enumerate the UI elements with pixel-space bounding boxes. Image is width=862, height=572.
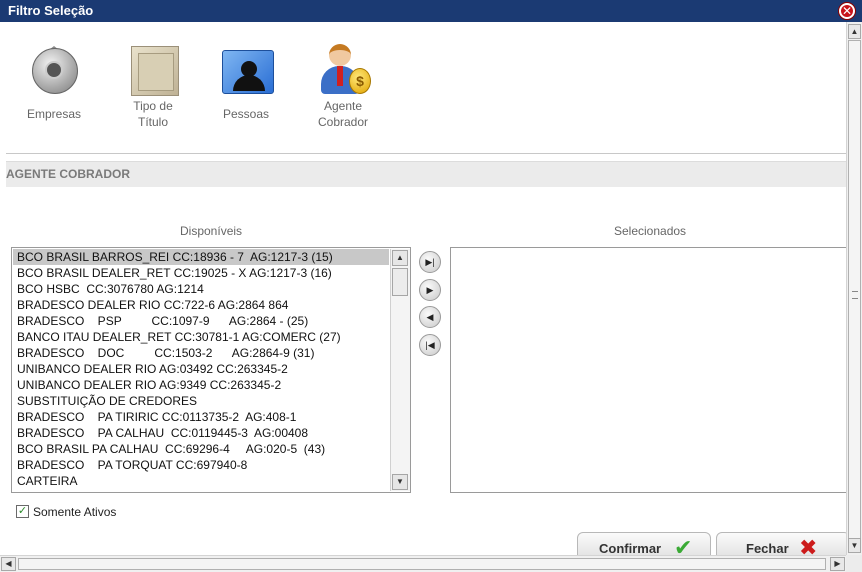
move-all-right-button[interactable]: ▶|	[419, 251, 441, 273]
toolbar-item-agente-cobrador[interactable]: $ Agente Cobrador	[305, 42, 381, 130]
list-item[interactable]: BCO BRASIL BARROS_REI CC:18936 - 7 AG:12…	[13, 249, 389, 265]
list-item[interactable]: BCO BRASIL DEALER_RET CC:19025 - X AG:12…	[13, 265, 389, 281]
agent-money-icon: $	[315, 42, 371, 98]
move-all-left-button[interactable]: |◀	[419, 334, 441, 356]
toolbar-item-label: Tipo de Título	[133, 99, 173, 129]
cross-icon: ✖	[799, 535, 818, 555]
confirm-button-label: Confirmar	[599, 541, 662, 555]
safe-icon	[26, 42, 82, 98]
toolbar-item-label: Pessoas	[222, 107, 270, 121]
close-button[interactable]: Fechar ✖	[716, 532, 846, 555]
scroll-up-icon[interactable]: ▲	[392, 250, 408, 266]
scroll-down-icon[interactable]: ▼	[392, 474, 408, 490]
available-listbox[interactable]: BCO BRASIL BARROS_REI CC:18936 - 7 AG:12…	[11, 247, 411, 493]
window-title: Filtro Seleção	[8, 3, 94, 18]
scroll-right-icon[interactable]: ▶	[830, 557, 845, 571]
list-item[interactable]: BANCO ITAU DEALER_RET CC:30781-1 AG:COME…	[13, 329, 389, 345]
move-right-button[interactable]: ▶	[419, 279, 441, 301]
toolbar-item-label: Empresas	[26, 107, 82, 121]
scroll-up-icon[interactable]: ▲	[848, 24, 861, 39]
list-item[interactable]: BRADESCO PA CALHAU CC:0119445-3 AG:00408	[13, 425, 389, 441]
only-active-checkbox[interactable]: ✓	[16, 505, 29, 518]
scroll-down-icon[interactable]: ▼	[848, 538, 861, 553]
window-titlebar: Filtro Seleção ✕	[0, 0, 862, 22]
scrollbar-corner	[846, 555, 862, 572]
list-item[interactable]: BRADESCO PA TIRIRIC CC:0113735-2 AG:408-…	[13, 409, 389, 425]
list-item[interactable]: BRADESCO DOC CC:1503-2 AG:2864-9 (31)	[13, 345, 389, 361]
list-item[interactable]: BRADESCO PSP CC:1097-9 AG:2864 - (25)	[13, 313, 389, 329]
scroll-thumb[interactable]	[848, 40, 861, 540]
section-header: AGENTE COBRADOR	[6, 161, 846, 187]
toolbar-item-pessoas[interactable]: Pessoas	[208, 42, 284, 122]
confirm-button[interactable]: Confirmar ✔	[577, 532, 711, 555]
dialog-content: Empresas Tipo de Título Pessoas $ Agente…	[0, 22, 846, 555]
move-left-button[interactable]: ◀	[419, 306, 441, 328]
checkmark-icon: ✔	[674, 535, 693, 555]
close-button-label: Fechar	[746, 541, 789, 555]
toolbar-divider	[6, 153, 846, 154]
selected-listbox[interactable]	[450, 247, 846, 493]
scroll-thumb[interactable]	[18, 558, 826, 570]
available-scrollbar[interactable]: ▲ ▼	[390, 249, 410, 491]
list-item[interactable]: UNIBANCO DEALER RIO AG:03492 CC:263345-2	[13, 361, 389, 377]
people-folder-icon	[218, 42, 274, 98]
list-item[interactable]: CARTEIRA	[13, 473, 389, 489]
scroll-thumb[interactable]	[392, 268, 408, 296]
list-item[interactable]: SUBSTITUIÇÃO DE CREDORES	[13, 393, 389, 409]
section-title: AGENTE COBRADOR	[6, 167, 131, 181]
close-glyph: ✕	[841, 4, 853, 18]
toolbar-item-empresas[interactable]: Empresas	[16, 42, 92, 122]
list-item[interactable]: BCO HSBC CC:3076780 AG:1214	[13, 281, 389, 297]
only-active-label: Somente Ativos	[33, 505, 117, 519]
window-vertical-scrollbar[interactable]: ▲ ▼	[846, 22, 862, 555]
available-caption: Disponíveis	[180, 224, 243, 238]
close-icon[interactable]: ✕	[838, 2, 856, 20]
document-folder-icon	[125, 42, 181, 98]
list-item[interactable]: BRADESCO DEALER RIO CC:722-6 AG:2864 864	[13, 297, 389, 313]
toolbar-item-label: Agente Cobrador	[317, 99, 369, 129]
available-items: BCO BRASIL BARROS_REI CC:18936 - 7 AG:12…	[13, 249, 389, 491]
toolbar-item-tipo-titulo[interactable]: Tipo de Título	[115, 42, 191, 130]
list-item[interactable]: UNIBANCO DEALER RIO AG:9349 CC:263345-2	[13, 377, 389, 393]
list-item[interactable]: BCO BRASIL PA CALHAU CC:69296-4 AG:020-5…	[13, 441, 389, 457]
scroll-left-icon[interactable]: ◀	[1, 557, 16, 571]
list-item[interactable]: BRADESCO PA TORQUAT CC:697940-8	[13, 457, 389, 473]
selected-caption: Selecionados	[614, 224, 687, 238]
window-horizontal-scrollbar[interactable]: ◀ ▶	[0, 555, 846, 572]
